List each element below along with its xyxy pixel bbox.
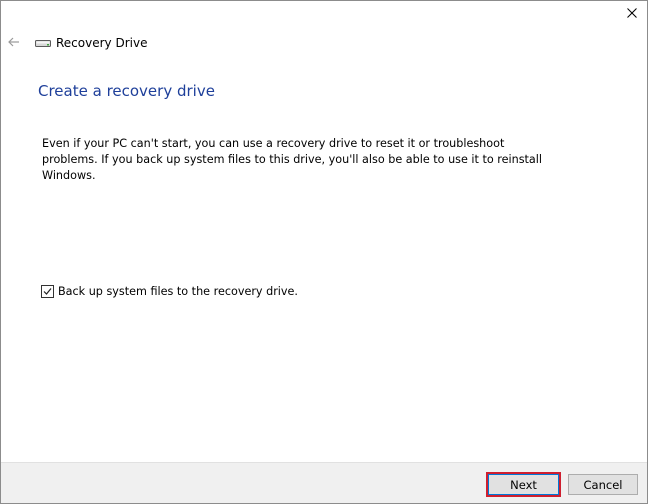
drive-icon [35,37,51,49]
window-title: Recovery Drive [56,36,148,50]
footer-bar: Next Cancel [1,462,647,503]
recovery-drive-window: Recovery Drive Create a recovery drive E… [0,0,648,504]
backup-checkbox-label[interactable]: Back up system files to the recovery dri… [58,285,298,298]
close-icon [627,8,637,18]
close-button[interactable] [617,1,647,25]
back-button[interactable] [5,34,23,50]
checkmark-icon [43,288,52,295]
backup-checkbox-row[interactable]: Back up system files to the recovery dri… [41,285,298,298]
cancel-button[interactable]: Cancel [568,474,638,495]
description-text: Even if your PC can't start, you can use… [42,137,542,182]
window-title-bar: Recovery Drive [35,35,147,51]
back-arrow-icon [8,37,19,47]
next-button[interactable]: Next [486,472,561,497]
next-button-label: Next [488,474,559,495]
page-heading: Create a recovery drive [38,82,215,100]
backup-system-files-checkbox[interactable] [41,285,54,298]
